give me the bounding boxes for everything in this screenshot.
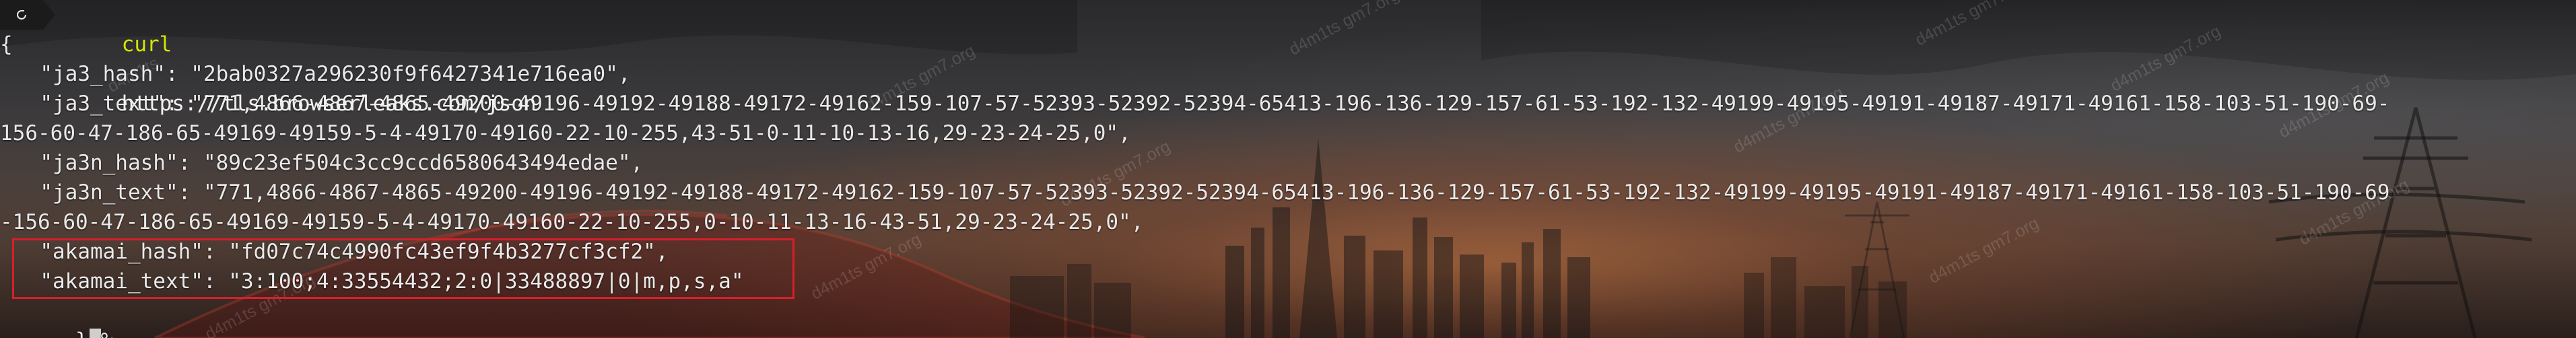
command-line[interactable]: curl https://tls.browserleaks.com/json	[71, 0, 537, 116]
shell-prompt	[0, 0, 55, 30]
terminal-prompt-icon	[17, 10, 26, 20]
highlight-box	[12, 238, 794, 299]
command-space	[122, 62, 135, 86]
output-line: "ja3n_text": "771,4866-4867-4865-49200-4…	[15, 180, 2390, 205]
output-line: "ja3n_hash": "89c23ef504c3cc9ccd65806434…	[15, 151, 644, 175]
prompt-arrow-icon	[43, 0, 55, 30]
closing-brace: }	[75, 329, 88, 338]
output-line: {	[0, 32, 13, 57]
terminal-cursor[interactable]	[89, 329, 101, 338]
output-line: -156-60-47-186-65-49169-49159-5-4-49170-…	[0, 210, 1144, 234]
command-argument: https://tls.browserleaks.com/json	[121, 92, 537, 116]
prompt-segment	[0, 0, 43, 30]
shell-cursor-marker: %	[101, 329, 114, 338]
output-line: 156-60-47-186-65-49169-49159-5-4-49170-4…	[0, 121, 1131, 145]
command-name: curl	[121, 32, 172, 57]
output-line-closing: }%	[0, 296, 113, 338]
terminal-window[interactable]: d4m1ts d4m1ts gm7.org d4m1ts gm7.org d4m…	[0, 0, 2576, 338]
